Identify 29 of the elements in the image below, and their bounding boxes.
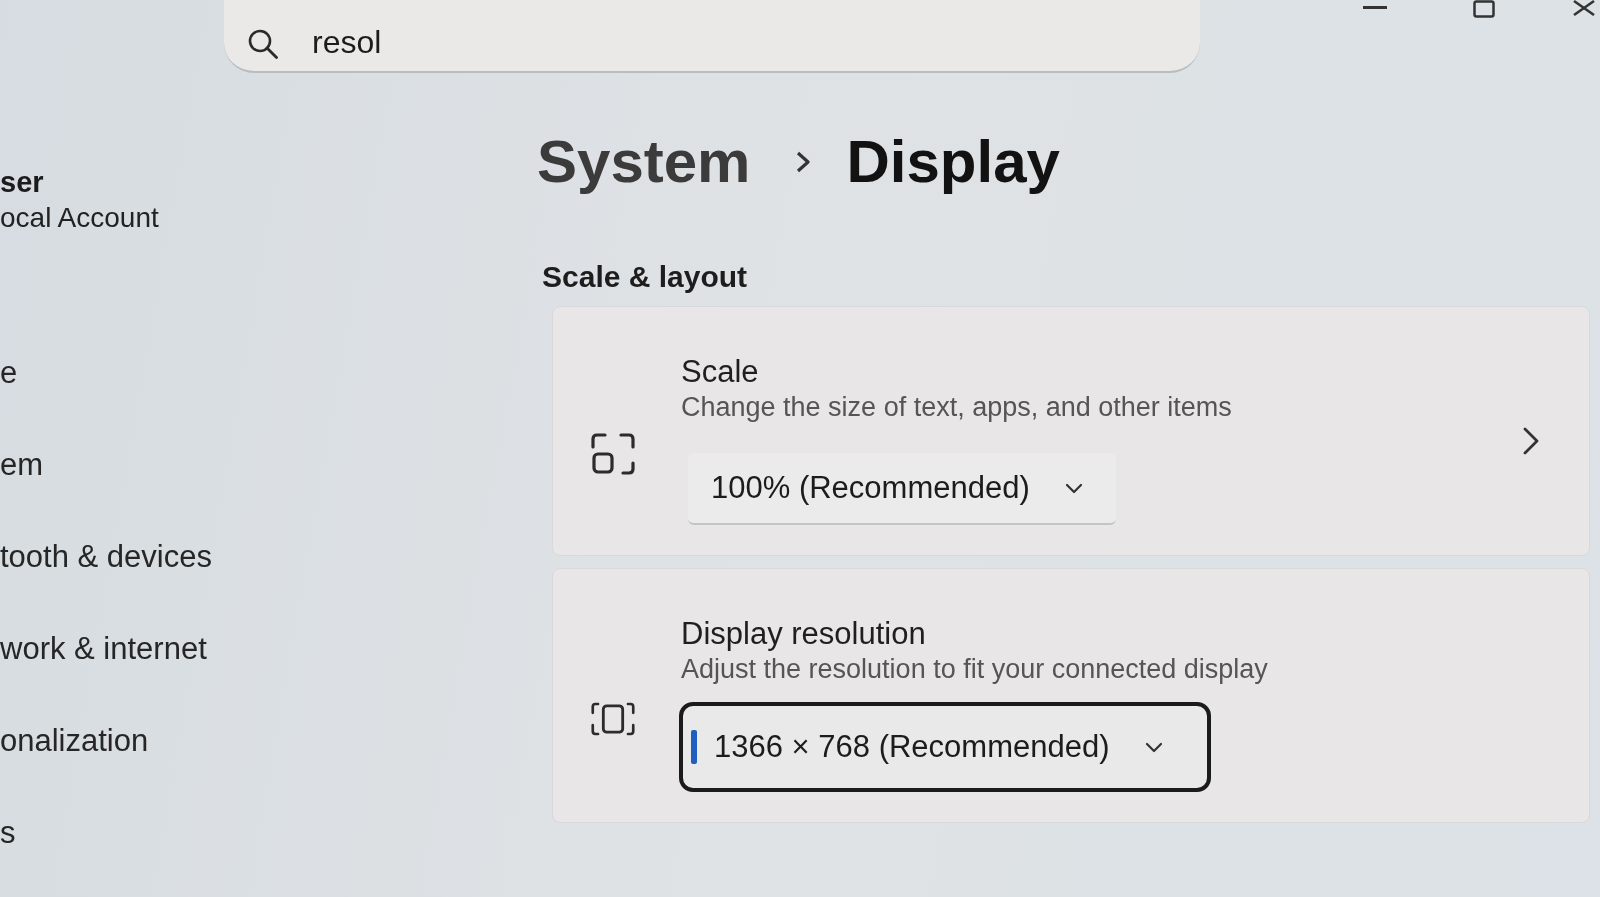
selection-bar-icon xyxy=(691,730,697,764)
sidebar-item[interactable]: e xyxy=(0,327,18,419)
sidebar-item[interactable]: work & internet xyxy=(0,603,207,695)
chevron-down-icon xyxy=(1064,482,1083,494)
setting-card[interactable]: Display resolution Adjust the resolution to fit your connected display 1366 × 768 (Recommended) xyxy=(552,568,1590,823)
sidebar-item[interactable]: s xyxy=(0,787,16,879)
chevron-right-icon xyxy=(796,151,811,173)
setting-description: Change the size of text, apps, and other items xyxy=(681,391,1232,423)
sidebar-item[interactable]: em xyxy=(0,419,44,511)
page-title: Display xyxy=(846,127,1060,197)
sidebar-item[interactable]: tooth & devices xyxy=(0,511,212,603)
maximize-icon[interactable] xyxy=(1473,0,1495,18)
setting-title: Scale xyxy=(681,353,759,391)
setting-card[interactable]: Scale Change the size of text, apps, and other items 100% (Recommended) xyxy=(552,306,1590,556)
scale-icon xyxy=(591,433,635,475)
setting-title: Display resolution xyxy=(681,615,926,653)
setting-description: Adjust the resolution to fit your connected display xyxy=(681,653,1268,685)
section-title: Scale & layout xyxy=(542,259,749,295)
chevron-down-icon xyxy=(1144,741,1163,753)
breadcrumb-link[interactable]: System xyxy=(537,126,751,198)
close-icon[interactable] xyxy=(1572,0,1596,16)
account-name: ser xyxy=(0,165,44,200)
account-type: ocal Account xyxy=(0,201,159,235)
search-field[interactable]: resol xyxy=(224,0,1200,73)
sidebar-item[interactable]: onalization xyxy=(0,695,149,787)
search-icon xyxy=(248,29,278,59)
chevron-right-icon[interactable] xyxy=(1523,427,1539,455)
dropdown[interactable]: 100% (Recommended) xyxy=(688,453,1116,525)
dropdown[interactable]: 1366 × 768 (Recommended) xyxy=(679,702,1211,792)
